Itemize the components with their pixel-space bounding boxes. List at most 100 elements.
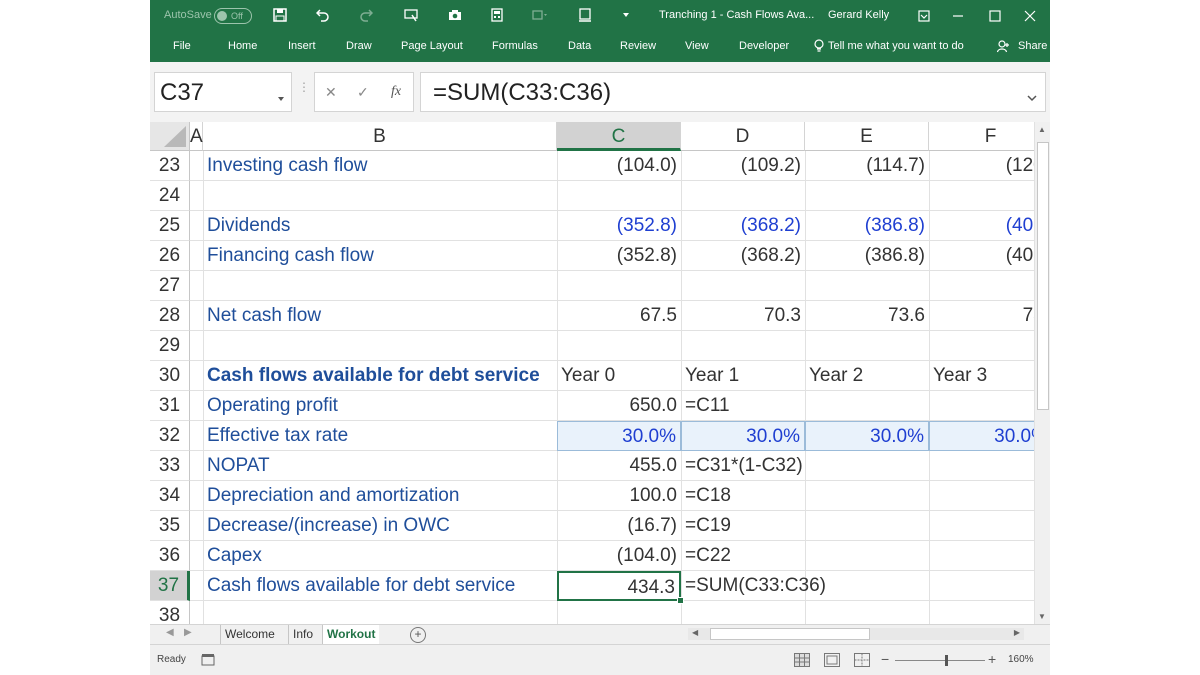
tab-file[interactable]: File (173, 31, 191, 62)
cell-e37[interactable] (805, 571, 929, 601)
cell-c32[interactable]: 30.0% (557, 421, 681, 451)
tab-formulas[interactable]: Formulas (492, 31, 538, 62)
cell-b27[interactable] (203, 271, 557, 301)
cell-d28[interactable]: 70.3 (681, 301, 805, 331)
cell-f38[interactable] (929, 601, 1034, 624)
macro-icon[interactable] (532, 6, 550, 24)
cell-f33[interactable] (929, 451, 1034, 481)
row-header[interactable]: 25 (150, 211, 190, 241)
cell-f24[interactable] (929, 181, 1034, 211)
row-header[interactable]: 29 (150, 331, 190, 361)
sheet-tab-welcome[interactable]: Welcome (220, 625, 279, 644)
cell-e28[interactable]: 73.6 (805, 301, 929, 331)
column-header-c[interactable]: C (557, 122, 681, 151)
row-header[interactable]: 26 (150, 241, 190, 271)
tell-me-search[interactable]: Tell me what you want to do (828, 31, 964, 62)
cell-c26[interactable]: (352.8) (557, 241, 681, 271)
sheet-tab-workout[interactable]: Workout (322, 625, 380, 646)
column-header-d[interactable]: D (681, 122, 805, 151)
tab-insert[interactable]: Insert (288, 31, 316, 62)
scroll-down-icon[interactable]: ▼ (1038, 612, 1046, 621)
camera-icon[interactable] (446, 6, 464, 24)
cell-f28[interactable]: 73. (929, 301, 1034, 331)
horizontal-scrollbar[interactable]: ◀ ▶ (688, 628, 1024, 640)
page-break-view-icon[interactable] (854, 653, 870, 672)
cell-e24[interactable] (805, 181, 929, 211)
cell-b30[interactable]: Cash flows available for debt service (203, 361, 557, 391)
previous-sheet-icon[interactable]: ◀ (166, 627, 174, 638)
sheet-tab-info[interactable]: Info (288, 625, 317, 644)
cell-c30[interactable]: Year 0 (557, 361, 681, 391)
add-sheet-button[interactable]: + (410, 627, 426, 643)
cell-f31[interactable] (929, 391, 1034, 421)
undo-icon[interactable] (314, 6, 332, 24)
cell-d26[interactable]: (368.2) (681, 241, 805, 271)
autosave-toggle[interactable]: Off (214, 8, 252, 24)
maximize-icon[interactable] (979, 0, 1011, 31)
cell-b35[interactable]: Decrease/(increase) in OWC (203, 511, 557, 541)
chevron-down-icon[interactable] (277, 89, 285, 107)
calculator-icon[interactable] (488, 6, 506, 24)
cell-b24[interactable] (203, 181, 557, 211)
cell-c34[interactable]: 100.0 (557, 481, 681, 511)
row-header[interactable]: 23 (150, 151, 190, 181)
cell-c28[interactable]: 67.5 (557, 301, 681, 331)
cell-f34[interactable] (929, 481, 1034, 511)
share-button[interactable]: Share (1018, 31, 1047, 62)
row-header[interactable]: 32 (150, 421, 190, 451)
formula-input[interactable]: =SUM(C33:C36) (420, 72, 1046, 112)
cell-d24[interactable] (681, 181, 805, 211)
cell-b37[interactable]: Cash flows available for debt service (203, 571, 557, 601)
cell-e26[interactable]: (386.8) (805, 241, 929, 271)
cell-c33[interactable]: 455.0 (557, 451, 681, 481)
scroll-left-icon[interactable]: ◀ (692, 628, 698, 637)
row-header[interactable]: 38 (150, 601, 190, 624)
row-header[interactable]: 33 (150, 451, 190, 481)
cell-b32[interactable]: Effective tax rate (203, 421, 557, 451)
cell-b23[interactable]: Investing cash flow (203, 151, 557, 181)
cell-f27[interactable] (929, 271, 1034, 301)
cell-e32[interactable]: 30.0% (805, 421, 929, 451)
cell-d30[interactable]: Year 1 (681, 361, 805, 391)
zoom-level[interactable]: 160% (1008, 645, 1034, 675)
tab-draw[interactable]: Draw (346, 31, 372, 62)
insert-function-button[interactable]: fx (391, 73, 401, 111)
row-header[interactable]: 34 (150, 481, 190, 511)
vertical-scroll-thumb[interactable] (1037, 142, 1049, 410)
drag-handle-icon[interactable]: ⋮ (298, 80, 310, 94)
zoom-in-icon[interactable]: + (988, 651, 996, 667)
scroll-right-icon[interactable]: ▶ (1014, 628, 1020, 637)
customize-icon[interactable] (617, 6, 635, 24)
row-header[interactable]: 35 (150, 511, 190, 541)
cell-f29[interactable] (929, 331, 1034, 361)
cell-f37[interactable] (929, 571, 1034, 601)
vertical-scrollbar[interactable]: ▲ ▼ (1034, 122, 1050, 624)
cell-c38[interactable] (557, 601, 681, 624)
cell-b38[interactable] (203, 601, 557, 624)
cell-c24[interactable] (557, 181, 681, 211)
print-preview-icon[interactable] (576, 6, 594, 24)
tab-review[interactable]: Review (620, 31, 656, 62)
cell-c27[interactable] (557, 271, 681, 301)
share-icon[interactable] (996, 31, 1010, 62)
cell-f23[interactable]: (120. (929, 151, 1034, 181)
save-icon[interactable] (271, 6, 289, 24)
cell-d38[interactable] (681, 601, 805, 624)
cell-f32[interactable]: 30.0% (929, 421, 1034, 451)
cell-b33[interactable]: NOPAT (203, 451, 557, 481)
cell-b34[interactable]: Depreciation and amortization (203, 481, 557, 511)
cell-e33[interactable] (805, 451, 929, 481)
tab-developer[interactable]: Developer (739, 31, 789, 62)
column-header-e[interactable]: E (805, 122, 929, 151)
cell-d27[interactable] (681, 271, 805, 301)
cell-d23[interactable]: (109.2) (681, 151, 805, 181)
macro-record-icon[interactable] (201, 653, 215, 671)
ribbon-display-icon[interactable] (908, 0, 940, 31)
close-icon[interactable] (1014, 0, 1046, 31)
cell-c36[interactable]: (104.0) (557, 541, 681, 571)
cell-d32[interactable]: 30.0% (681, 421, 805, 451)
worksheet-grid[interactable]: ABCDEF 23 Investing cash flow (104.0) (109.… (150, 122, 1034, 624)
row-header[interactable]: 27 (150, 271, 190, 301)
cell-b26[interactable]: Financing cash flow (203, 241, 557, 271)
select-all-corner[interactable] (150, 122, 190, 151)
